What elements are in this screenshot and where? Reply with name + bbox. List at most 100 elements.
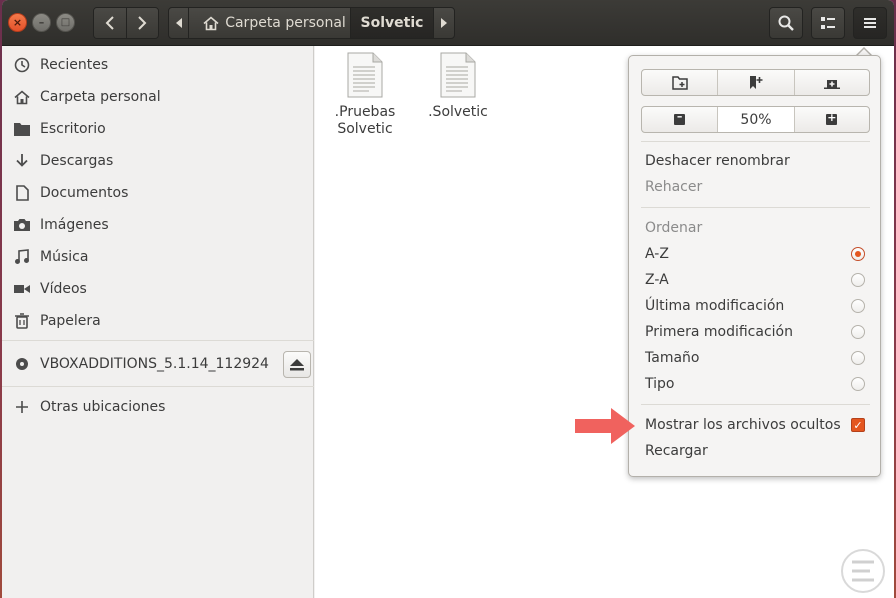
menu-action-buttons: [641, 69, 870, 96]
sidebar-item-device[interactable]: VBOXADDITIONS_5.1.14_112924: [2, 349, 314, 379]
sidebar-item-label: Escritorio: [40, 121, 106, 137]
view-toggle-button[interactable]: [811, 7, 845, 39]
chevron-right-icon: [138, 16, 147, 30]
file-item[interactable]: .Solvetic: [413, 52, 503, 121]
zoom-level: 50%: [717, 107, 794, 132]
minimize-icon: –: [38, 16, 45, 29]
trash-icon: [13, 312, 31, 330]
window-maximize-button[interactable]: □: [56, 13, 75, 32]
file-name: .Solvetic: [428, 104, 488, 120]
eject-button[interactable]: [283, 351, 311, 378]
download-icon: [13, 152, 31, 170]
window-close-button[interactable]: ×: [8, 13, 27, 32]
window-minimize-button[interactable]: –: [32, 13, 51, 32]
sort-option-a-z[interactable]: A-Z: [645, 242, 865, 266]
sort-option-size[interactable]: Tamaño: [645, 346, 865, 370]
sidebar-item-papelera[interactable]: Papelera: [2, 306, 314, 336]
sidebar-divider: [2, 386, 314, 387]
sidebar: Recientes Carpeta personal Escritorio De…: [2, 46, 314, 598]
sidebar-item-videos[interactable]: Vídeos: [2, 274, 314, 304]
zoom-in-button[interactable]: +: [793, 107, 869, 132]
sidebar-item-label: Descargas: [40, 153, 114, 169]
hamburger-menu-icon: [864, 18, 876, 28]
hamburger-menu-button[interactable]: [853, 7, 887, 39]
maximize-icon: □: [60, 16, 71, 28]
close-icon: ×: [12, 16, 23, 29]
new-tab-button[interactable]: [793, 70, 869, 95]
sort-heading-label: Ordenar: [645, 220, 703, 236]
triangle-left-icon: [175, 18, 182, 28]
sort-option-last-modified[interactable]: Última modificación: [645, 294, 865, 318]
add-bookmark-button[interactable]: [717, 70, 793, 95]
sidebar-item-label: Música: [40, 249, 89, 265]
sort-option-label: Primera modificación: [645, 324, 793, 340]
new-tab-icon: [823, 80, 840, 89]
sidebar-item-label: Papelera: [40, 313, 101, 329]
menu-item-undo[interactable]: Deshacer renombrar: [645, 149, 865, 173]
file-item[interactable]: .Pruebas Solvetic: [320, 52, 410, 138]
sidebar-item-descargas[interactable]: Descargas: [2, 146, 314, 176]
video-icon: [13, 280, 31, 298]
plus-icon: [13, 398, 31, 416]
new-folder-button[interactable]: [642, 70, 717, 95]
sidebar-item-label: Recientes: [40, 57, 109, 73]
zoom-in-glyph: +: [827, 111, 837, 124]
disc-icon: [13, 355, 31, 373]
sidebar-item-musica[interactable]: Música: [2, 242, 314, 272]
new-folder-icon: [671, 75, 688, 90]
zoom-out-button[interactable]: –: [642, 107, 717, 132]
sort-option-type[interactable]: Tipo: [645, 372, 865, 396]
sidebar-item-documentos[interactable]: Documentos: [2, 178, 314, 208]
sidebar-item-carpeta-personal[interactable]: Carpeta personal: [2, 82, 314, 112]
text-file-icon: [440, 52, 476, 98]
menu-item-show-hidden[interactable]: Mostrar los archivos ocultos ✓: [645, 413, 865, 437]
sort-option-label: Tamaño: [645, 350, 700, 366]
sidebar-item-otras-ubicaciones[interactable]: Otras ubicaciones: [2, 392, 314, 422]
sort-option-z-a[interactable]: Z-A: [645, 268, 865, 292]
path-scroll-right-button[interactable]: [434, 8, 454, 38]
radio-icon: [851, 299, 865, 313]
sort-option-first-modified[interactable]: Primera modificación: [645, 320, 865, 344]
radio-icon: [851, 325, 865, 339]
path-scroll-left-button[interactable]: [169, 8, 189, 38]
search-button[interactable]: [769, 7, 803, 39]
menu-item-reload[interactable]: Recargar: [645, 439, 865, 463]
sidebar-item-recientes[interactable]: Recientes: [2, 50, 314, 80]
eject-icon: [290, 358, 304, 370]
sidebar-item-imagenes[interactable]: Imágenes: [2, 210, 314, 240]
annotation-arrow-icon: [575, 408, 635, 444]
menu-item-label: Mostrar los archivos ocultos: [645, 417, 841, 433]
sort-option-label: A-Z: [645, 246, 669, 262]
menu-divider: [641, 404, 870, 405]
triangle-right-icon: [441, 18, 447, 28]
view-toggle-icon: [821, 17, 835, 29]
path-current-label: Solvetic: [360, 15, 424, 31]
sidebar-item-label: Vídeos: [40, 281, 87, 297]
navigation-buttons: [93, 7, 159, 39]
folder-icon: [13, 120, 31, 138]
sidebar-item-escritorio[interactable]: Escritorio: [2, 114, 314, 144]
document-icon: [13, 184, 31, 202]
back-button[interactable]: [94, 8, 126, 38]
text-file-icon: [347, 52, 383, 98]
home-icon: [13, 88, 31, 106]
watermark-logo-icon: [841, 549, 885, 593]
sort-option-label: Tipo: [645, 376, 675, 392]
sort-heading: Ordenar: [645, 216, 865, 240]
header-bar: × – □ Carpeta personal Solvetic: [2, 0, 894, 46]
sidebar-divider: [2, 340, 314, 341]
menu-divider: [641, 207, 870, 208]
path-current-button[interactable]: Solvetic: [351, 8, 434, 38]
search-icon: [778, 15, 794, 31]
menu-item-label: Rehacer: [645, 179, 703, 195]
path-home-button[interactable]: Carpeta personal: [189, 8, 351, 38]
radio-icon: [851, 377, 865, 391]
radio-icon: [851, 273, 865, 287]
menu-item-label: Recargar: [645, 443, 708, 459]
menu-item-label: Deshacer renombrar: [645, 153, 790, 169]
menu-item-redo[interactable]: Rehacer: [645, 175, 865, 199]
forward-button[interactable]: [125, 8, 158, 38]
music-icon: [13, 248, 31, 266]
sidebar-item-label: Documentos: [40, 185, 129, 201]
chevron-left-icon: [105, 16, 114, 30]
